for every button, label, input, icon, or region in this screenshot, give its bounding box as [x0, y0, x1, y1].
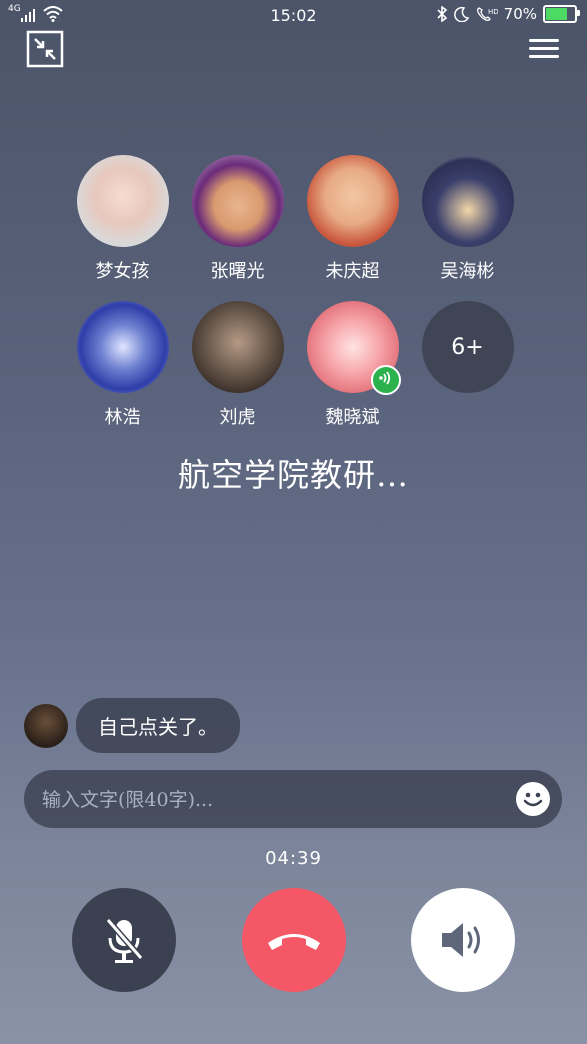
menu-bar — [529, 55, 559, 58]
mic-off-icon — [105, 918, 144, 963]
smiley-icon — [523, 792, 543, 807]
hd-call-icon: HD — [476, 7, 498, 21]
member-item[interactable]: 吴海彬 — [410, 155, 525, 283]
member-name: 梦女孩 — [95, 261, 150, 282]
speaker-icon — [442, 923, 480, 957]
status-bar: 4G 15:02 HD 70% — [0, 0, 587, 30]
member-name: 魏晓斌 — [325, 407, 380, 428]
member-item[interactable]: 林浩 — [65, 301, 180, 429]
more-members[interactable]: 6+ — [410, 301, 525, 429]
avatar — [191, 155, 284, 247]
member-item[interactable]: 刘虎 — [180, 301, 295, 429]
battery-percent: 70% — [503, 5, 537, 23]
svg-text:HD: HD — [488, 8, 498, 16]
phone-hangup-icon — [268, 934, 320, 950]
avatar — [191, 301, 284, 393]
avatar — [76, 301, 169, 393]
message-bubble: 自己点关了。 — [76, 698, 240, 753]
voice-wave-icon — [378, 371, 390, 385]
member-item[interactable]: 梦女孩 — [65, 155, 180, 283]
member-grid: 梦女孩 张曙光 未庆超 吴海彬 林浩 刘虎 魏晓斌 6+ — [65, 155, 525, 429]
member-name: 张曙光 — [210, 261, 265, 282]
member-name: 刘虎 — [219, 407, 256, 428]
minimize-icon — [26, 30, 64, 68]
mute-button[interactable] — [72, 888, 176, 992]
hangup-button[interactable] — [242, 888, 346, 992]
message-input[interactable] — [40, 770, 514, 830]
moon-icon — [453, 6, 469, 22]
avatar — [76, 155, 169, 247]
bluetooth-icon — [437, 6, 447, 22]
call-timer: 04:39 — [265, 848, 322, 869]
group-name: 航空学院教研… — [177, 456, 409, 494]
speaker-button[interactable] — [411, 888, 515, 992]
minimize-button[interactable] — [26, 30, 64, 68]
member-name: 林浩 — [104, 407, 141, 428]
avatar — [421, 155, 514, 247]
menu-button[interactable] — [529, 34, 559, 64]
text-input-bar — [24, 770, 562, 830]
member-item[interactable]: 张曙光 — [180, 155, 295, 283]
status-right: HD 70% — [436, 5, 580, 23]
member-name: 吴海彬 — [440, 261, 495, 282]
member-item[interactable]: 未庆超 — [295, 155, 410, 283]
sender-avatar[interactable] — [24, 703, 68, 748]
chat-message: 自己点关了。 — [24, 698, 240, 753]
battery-icon — [543, 5, 580, 23]
member-name: 未庆超 — [325, 261, 380, 282]
more-members-button[interactable]: 6+ — [421, 301, 514, 393]
menu-bar — [529, 39, 559, 42]
member-item[interactable]: 魏晓斌 — [295, 301, 410, 429]
avatar — [306, 155, 399, 247]
emoji-button[interactable] — [516, 782, 550, 816]
avatar-wrap — [306, 301, 401, 395]
speaking-indicator — [370, 365, 401, 395]
menu-bar — [529, 47, 559, 50]
